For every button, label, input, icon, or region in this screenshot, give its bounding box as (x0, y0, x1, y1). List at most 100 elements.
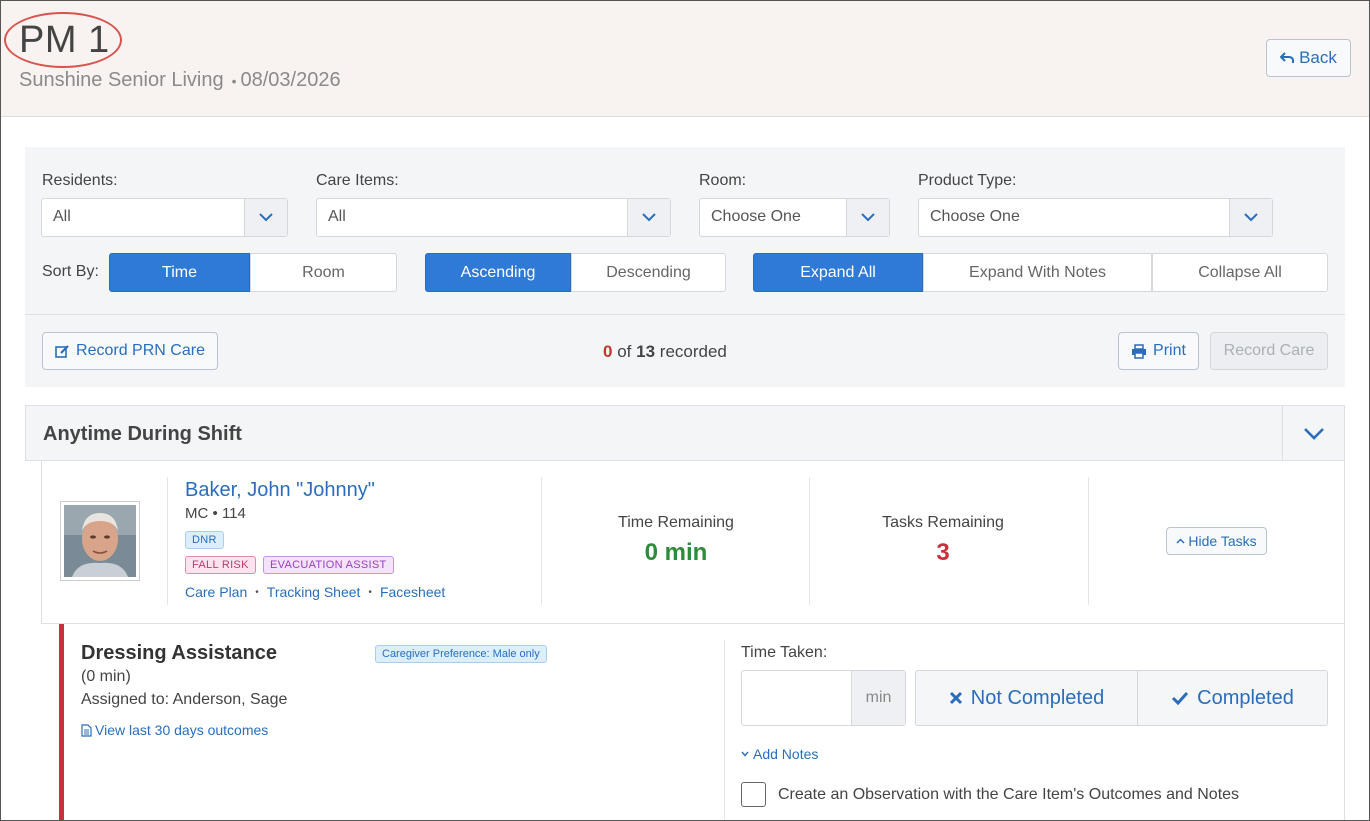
recorded-counter: 0 of 13 recorded (603, 342, 727, 362)
view-outcomes-link[interactable]: View last 30 days outcomes (81, 722, 268, 738)
task-title: Dressing Assistance (81, 642, 278, 664)
hide-tasks-label: Hide Tasks (1188, 533, 1257, 549)
evacuation-assist-badge: EVACUATION ASSIST (263, 556, 394, 574)
sort-room-button[interactable]: Room (250, 253, 397, 292)
facesheet-link[interactable]: Facesheet (380, 584, 445, 600)
record-care-button[interactable]: Record Care (1210, 332, 1328, 370)
residents-value: All (53, 208, 71, 225)
column-divider (809, 477, 810, 605)
tracking-sheet-link[interactable]: Tracking Sheet (267, 584, 361, 600)
time-unit-addon: min (851, 671, 905, 725)
resident-name-link[interactable]: Baker, John "Johnny" (185, 479, 375, 502)
add-notes-link[interactable]: Add Notes (741, 746, 818, 762)
not-completed-button[interactable]: Not Completed (915, 670, 1138, 726)
section-title: Anytime During Shift (43, 423, 242, 445)
back-label: Back (1299, 48, 1337, 67)
shift-date: 08/03/2026 (240, 69, 341, 91)
time-taken-input[interactable]: min (741, 670, 906, 726)
record-prn-care-button[interactable]: Record PRN Care (42, 332, 218, 370)
completed-label: Completed (1197, 686, 1294, 709)
resident-links: Care Plan • Tracking Sheet • Facesheet (185, 584, 445, 600)
time-remaining-label: Time Remaining (618, 514, 734, 531)
create-observation-checkbox[interactable] (741, 782, 766, 807)
check-icon (1172, 691, 1189, 705)
resident-location: MC • 114 (185, 505, 246, 522)
page-frame: PM 1 Sunshine Senior Living • 08/03/2026 B… (0, 0, 1370, 821)
sort-by-label: Sort By: (42, 263, 99, 280)
back-arrow-icon (1280, 52, 1295, 63)
chevron-down-icon (1229, 199, 1272, 236)
expand-toggle: Expand All Expand With Notes Collapse Al… (753, 253, 1328, 292)
sort-order-toggle: Ascending Descending (425, 253, 726, 292)
room-label: Room: (699, 172, 747, 189)
tasks-remaining-value: 3 (936, 539, 950, 566)
bullet-separator: • (368, 586, 372, 598)
chevron-down-icon (1303, 427, 1324, 440)
chevron-down-icon (627, 199, 670, 236)
expand-all-button[interactable]: Expand All (753, 253, 923, 292)
room-value: Choose One (711, 208, 801, 225)
column-divider (167, 477, 168, 605)
ascending-button[interactable]: Ascending (425, 253, 571, 292)
resident-card: Baker, John "Johnny" MC • 114 DNR FALL R… (41, 461, 1345, 624)
hide-tasks-button[interactable]: Hide Tasks (1166, 527, 1267, 555)
care-items-value: All (328, 208, 346, 225)
dnr-badge: DNR (185, 531, 224, 549)
expand-with-notes-button[interactable]: Expand With Notes (923, 253, 1152, 292)
residents-select[interactable]: All (41, 198, 288, 237)
care-items-label: Care Items: (316, 172, 399, 189)
back-button[interactable]: Back (1266, 39, 1351, 77)
sort-field-toggle: Time Room (109, 253, 397, 292)
product-type-label: Product Type: (918, 172, 1017, 189)
page-header: PM 1 Sunshine Senior Living • 08/03/2026 B… (1, 1, 1369, 117)
print-button[interactable]: Print (1118, 332, 1199, 370)
view-outcomes-label: View last 30 days outcomes (95, 722, 269, 738)
time-taken-label: Time Taken: (741, 644, 828, 661)
record-prn-care-label: Record PRN Care (76, 342, 205, 359)
task-assigned-to: Assigned to: Anderson, Sage (81, 691, 288, 708)
shift-section-header[interactable]: Anytime During Shift (25, 405, 1345, 461)
outcome-buttons: Not Completed Completed (915, 670, 1328, 726)
bullet-separator: • (255, 586, 259, 598)
chevron-down-icon (846, 199, 889, 236)
section-collapse-toggle[interactable] (1282, 406, 1344, 460)
care-plan-link[interactable]: Care Plan (185, 584, 247, 600)
collapse-all-button[interactable]: Collapse All (1152, 253, 1328, 292)
filters-divider (25, 314, 1345, 315)
task-card: Dressing Assistance (0 min) Assigned to:… (59, 624, 1345, 820)
resident-room: 114 (221, 505, 246, 522)
product-type-value: Choose One (930, 208, 1020, 225)
print-label: Print (1153, 342, 1186, 359)
document-icon (81, 723, 92, 737)
task-duration: (0 min) (81, 668, 131, 685)
filters-panel: Residents: All Care Items: All Room: Cho… (25, 147, 1345, 387)
tasks-remaining-label: Tasks Remaining (882, 514, 1004, 531)
bullet-separator: • (212, 505, 218, 522)
completed-button[interactable]: Completed (1138, 670, 1328, 726)
fall-risk-badge: FALL RISK (185, 556, 256, 574)
not-completed-label: Not Completed (970, 686, 1105, 709)
shift-title: PM 1 (19, 19, 110, 61)
descending-button[interactable]: Descending (571, 253, 726, 292)
recorded-count: 0 (603, 342, 613, 361)
chevron-down-icon (741, 751, 749, 757)
recorded-of: of (617, 342, 632, 361)
product-type-select[interactable]: Choose One (918, 198, 1273, 237)
recorded-total: 13 (636, 342, 656, 361)
create-observation-label: Create an Observation with the Care Item… (778, 786, 1240, 803)
room-select[interactable]: Choose One (699, 198, 890, 237)
resident-photo (60, 501, 140, 581)
print-icon (1132, 343, 1147, 359)
care-items-select[interactable]: All (316, 198, 671, 237)
time-remaining-value: 0 min (644, 539, 708, 566)
facility-name: Sunshine Senior Living (19, 69, 224, 91)
times-icon (949, 691, 962, 705)
edit-icon (55, 344, 69, 358)
sort-time-button[interactable]: Time (109, 253, 250, 292)
chevron-down-icon (244, 199, 287, 236)
caregiver-preference-badge: Caregiver Preference: Male only (375, 645, 547, 663)
resident-unit: MC (185, 505, 209, 522)
column-divider (541, 477, 542, 605)
column-divider (724, 640, 725, 820)
column-divider (1088, 477, 1089, 605)
